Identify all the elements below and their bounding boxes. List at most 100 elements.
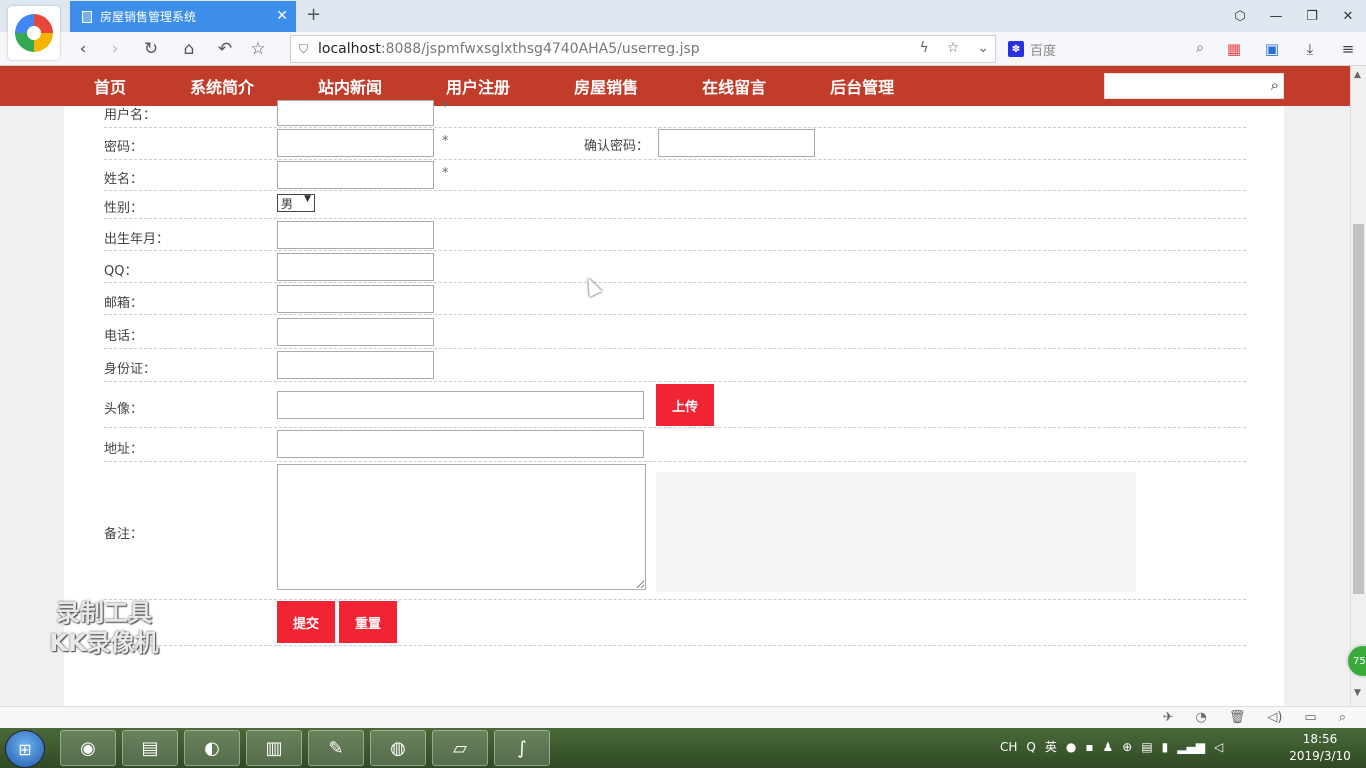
taskbar-server-icon[interactable]: ▥ (246, 730, 302, 766)
watermark-line-2: KK录像机 (49, 629, 159, 657)
rocket-icon[interactable]: ✈ (1163, 710, 1174, 725)
submit-button[interactable]: 提交 (277, 601, 335, 643)
taskbar-eclipse-icon[interactable]: ∫ (494, 730, 550, 766)
tray-plus-icon[interactable]: ⊕ (1122, 740, 1132, 754)
qq-label: QQ： (104, 264, 138, 279)
taskbar-explorer-icon[interactable]: ▤ (122, 730, 178, 766)
forward-icon[interactable]: › (102, 36, 128, 62)
search-engine-box[interactable]: ✽ 百度 ⌕ (1002, 35, 1212, 63)
scroll-up-icon[interactable]: ▲ (1354, 70, 1361, 80)
birth-input[interactable] (277, 221, 434, 249)
tray-qq-icon[interactable]: ♟ (1103, 740, 1114, 754)
trash-icon[interactable]: 🗑 (1229, 710, 1246, 725)
row-password: 密码： * 确认密码： (104, 128, 1246, 160)
taskbar-browser-icon[interactable]: ◉ (60, 730, 116, 766)
row-idcard: 身份证： (104, 349, 1246, 382)
address-input[interactable] (277, 430, 644, 458)
nav-home[interactable]: 首页 (94, 74, 126, 98)
birth-label: 出生年月： (104, 232, 170, 247)
scrollbar-thumb[interactable] (1353, 224, 1364, 594)
nav-register[interactable]: 用户注册 (446, 74, 510, 98)
bookmark-star-icon[interactable]: ☆ (245, 36, 271, 62)
idcard-input[interactable] (277, 351, 434, 379)
search-icon[interactable]: ⌕ (1196, 40, 1204, 56)
favorite-star-icon[interactable]: ☆ (947, 40, 960, 56)
password-input[interactable] (277, 129, 434, 157)
remark-label: 备注： (104, 527, 144, 542)
clock-date: 2019/3/10 (1289, 749, 1351, 763)
required-mark: * (442, 134, 449, 149)
username-input[interactable] (277, 100, 434, 126)
gender-select[interactable]: 男 ▼ (277, 194, 315, 212)
site-search-input[interactable]: ⌕ (1104, 73, 1284, 99)
vertical-scrollbar[interactable]: ▲ ▼ (1350, 66, 1366, 706)
row-phone: 电话： (104, 315, 1246, 349)
lightning-icon[interactable]: ϟ (919, 40, 928, 56)
nav-admin[interactable]: 后台管理 (830, 74, 894, 98)
remark-textarea[interactable] (277, 464, 646, 590)
browser-tab[interactable]: 房屋销售管理系统 ✕ (70, 1, 296, 32)
address-bar[interactable]: ⛉ localhost:8088/jspmfwxsglxthsg4740AHA5… (290, 35, 996, 63)
taskbar-recorder-icon[interactable]: ◍ (370, 730, 426, 766)
back-icon[interactable]: ‹ (70, 36, 96, 62)
upload-button[interactable]: 上传 (656, 384, 714, 426)
confirm-password-input[interactable] (658, 129, 815, 157)
taskbar-tools-icon[interactable]: ✎ (308, 730, 364, 766)
new-tab-button[interactable]: + (306, 4, 321, 25)
tray-lang[interactable]: CH (1000, 740, 1017, 754)
home-icon[interactable]: ⌂ (176, 36, 202, 62)
row-address: 地址： (104, 428, 1246, 462)
undo-close-icon[interactable]: ↶ (212, 36, 238, 62)
download-icon[interactable]: ⤓ (1298, 36, 1322, 62)
close-window-button[interactable]: ✕ (1330, 0, 1366, 32)
tray-network-icon[interactable]: ▪ (1085, 740, 1093, 754)
email-label: 邮箱： (104, 296, 144, 311)
confirm-password-label: 确认密码： (584, 139, 650, 154)
window-icon[interactable]: ▭ (1304, 710, 1316, 725)
taskbar-notepad-icon[interactable]: ▱ (432, 730, 488, 766)
required-mark: * (442, 100, 449, 115)
shield-icon: ⛉ (299, 41, 309, 56)
minimize-button[interactable]: — (1258, 0, 1294, 32)
tray-device-icon[interactable]: ▮ (1162, 740, 1169, 754)
phone-label: 电话： (104, 329, 144, 344)
tray-ime[interactable]: 英 (1045, 738, 1057, 755)
close-tab-icon[interactable]: ✕ (276, 8, 288, 24)
shirt-icon[interactable]: ⬡ (1222, 0, 1258, 32)
avatar-path-input[interactable] (277, 391, 644, 419)
taskbar-dreamweaver-icon[interactable]: ◐ (184, 730, 240, 766)
name-input[interactable] (277, 161, 434, 189)
nav-intro[interactable]: 系统简介 (190, 74, 254, 98)
row-name: 姓名： * (104, 160, 1246, 191)
phone-input[interactable] (277, 318, 434, 346)
tray-volume-icon[interactable]: ◁ (1214, 740, 1223, 754)
volume-icon[interactable]: ◁) (1267, 710, 1282, 725)
tray-monitor-icon[interactable]: ▤ (1141, 740, 1152, 754)
nav-messages[interactable]: 在线留言 (702, 74, 766, 98)
search-icon[interactable]: ⌕ (1271, 76, 1279, 94)
system-clock[interactable]: 18:56 2019/3/10 (1280, 731, 1360, 765)
apps-grid-icon[interactable]: ▦ (1222, 36, 1246, 62)
nav-house-sales[interactable]: 房屋销售 (574, 74, 638, 98)
browser-logo[interactable] (8, 6, 60, 60)
start-button[interactable]: ⊞ (5, 730, 45, 768)
ime-icon[interactable]: Q (1026, 740, 1035, 754)
reset-button[interactable]: 重置 (339, 601, 397, 643)
site-nav: 首页 系统简介 站内新闻 用户注册 房屋销售 在线留言 后台管理 ⌕ (0, 66, 1350, 106)
restore-button[interactable]: ❐ (1294, 0, 1330, 32)
recorder-watermark: 录制工具 KK录像机 (34, 598, 174, 658)
chevron-down-icon[interactable]: ⌄ (977, 40, 989, 56)
qq-input[interactable] (277, 253, 434, 281)
menu-icon[interactable]: ≡ (1336, 36, 1360, 62)
tray-app-icon[interactable]: ● (1066, 740, 1076, 754)
zoom-icon[interactable]: ⌕ (1339, 710, 1346, 725)
scroll-down-icon[interactable]: ▼ (1354, 688, 1361, 698)
email-input[interactable] (277, 285, 434, 313)
tray-signal-icon[interactable]: ▂▄▆ (1177, 740, 1205, 754)
shopping-icon[interactable]: ▣ (1260, 36, 1284, 62)
reload-icon[interactable]: ↻ (138, 36, 164, 62)
tab-title: 房屋销售管理系统 (100, 10, 197, 24)
nav-news[interactable]: 站内新闻 (318, 74, 382, 98)
password-label: 密码： (104, 140, 144, 155)
speed-icon[interactable]: ◔ (1195, 710, 1206, 725)
